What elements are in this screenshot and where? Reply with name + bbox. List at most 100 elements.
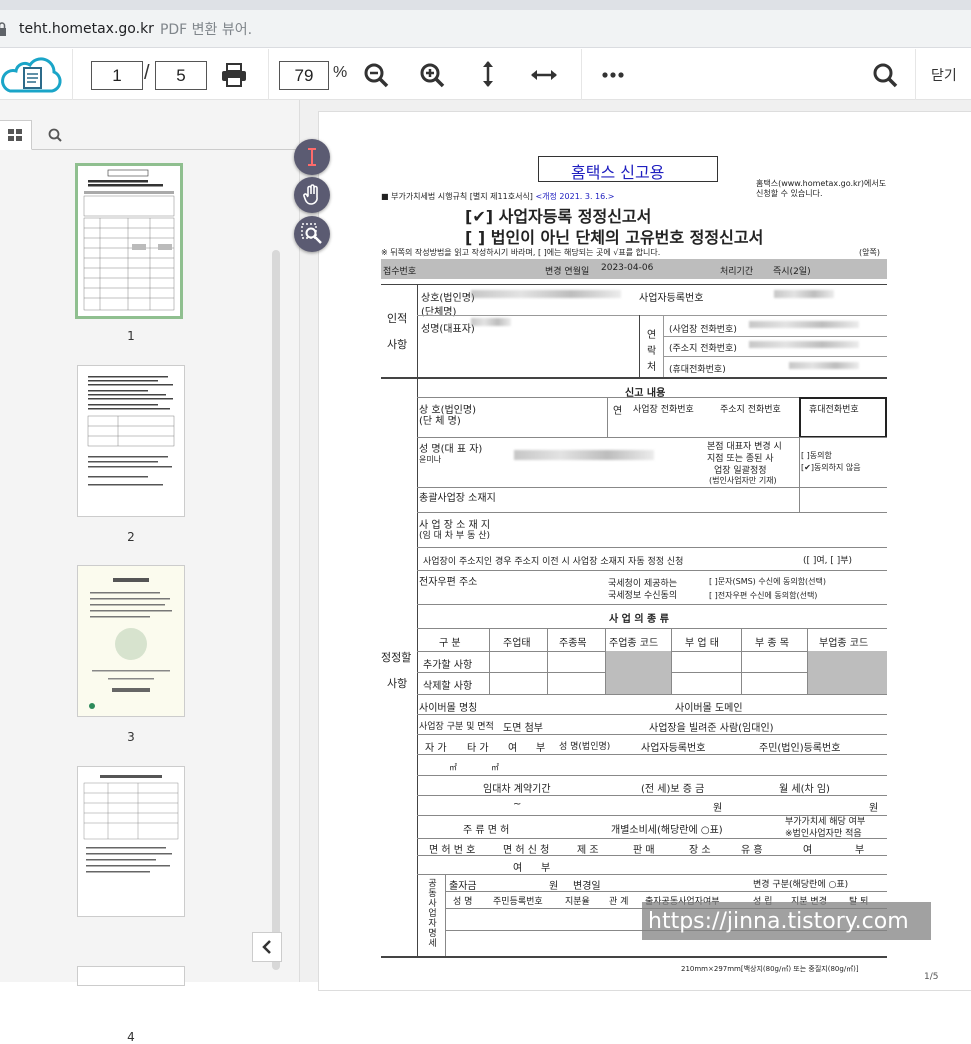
change-day-label: 변경일 — [573, 881, 601, 892]
r-lease-label: (임 대 차 부 동 산) — [419, 531, 491, 541]
rule — [417, 487, 887, 488]
home-phone-label: (주소지 전화번호) — [669, 344, 737, 354]
r-org-label: (단 체 명) — [419, 416, 461, 427]
email-consent[interactable]: [ ]전자우편 수신에 동의함(선택) — [709, 590, 817, 601]
rule — [607, 397, 608, 437]
thumbnail-label: 2 — [127, 530, 135, 544]
rule — [445, 874, 446, 956]
bt-col: 주업태 — [503, 638, 531, 649]
rule — [741, 628, 742, 694]
rule — [417, 547, 887, 548]
thumbnail-page-2[interactable] — [77, 365, 185, 517]
company-name-label: 상호(법인명) — [421, 293, 475, 304]
search-icon[interactable] — [871, 61, 899, 89]
thumbnail-page-3[interactable] — [77, 565, 185, 717]
auto-correct-yn[interactable]: ([ ]여, [ ]부) — [803, 553, 852, 566]
thumbnail-page-5[interactable] — [77, 966, 185, 986]
grid-icon — [8, 129, 22, 141]
sidebar-scrollbar[interactable] — [272, 250, 280, 970]
tab-thumbnails[interactable] — [0, 120, 32, 150]
hand-tool[interactable] — [294, 177, 330, 213]
liquor-label: 주 류 면 허 — [463, 825, 510, 836]
zoom-in-icon[interactable] — [418, 61, 446, 89]
rule — [663, 356, 887, 357]
thumbnail-image — [83, 775, 179, 873]
zoom-out-icon[interactable] — [362, 61, 390, 89]
drawing-label: 도면 첨부 — [503, 723, 543, 734]
section-label: 인적 — [387, 312, 408, 325]
receipt-no-label: 접수번호 — [383, 267, 417, 277]
thumbnail-label: 3 — [127, 730, 135, 744]
sms-consent[interactable]: [ ]문자(SMS) 수신에 동의함(선택) — [709, 576, 826, 587]
change-date: 2023-04-06 — [601, 263, 654, 273]
bt-col: 주업종 코드 — [609, 638, 659, 649]
thumbnail-page-1[interactable] — [75, 163, 183, 319]
monthly-rent-label: 월 세(차 임) — [779, 784, 830, 795]
rule — [417, 838, 887, 839]
lessor-biz-label: 사업자등록번호 — [641, 743, 706, 754]
agree-option[interactable]: [ ]동의함 — [801, 450, 832, 461]
nts-consent-label: 국세정보 수신동의 — [608, 591, 678, 601]
rule — [417, 714, 887, 715]
contact-label: 처 — [647, 362, 657, 373]
search-icon — [48, 128, 62, 142]
lessor-label: 사업장을 빌려준 사람(임대인) — [649, 723, 774, 734]
print-icon[interactable] — [218, 61, 250, 89]
tab-search[interactable] — [38, 120, 72, 150]
branch-note: (법인사업자만 기재) — [709, 476, 777, 485]
disagree-option[interactable]: [✔]동의하지 않음 — [801, 462, 861, 473]
bt-del-label: 삭제할 사항 — [423, 681, 473, 692]
form-notice: ※ 뒤쪽의 작성방법을 읽고 작성하시기 바라며, [ ]에는 해당되는 곳에 … — [381, 248, 661, 257]
document-viewer[interactable]: 홈택스 신고용 홈택스(www.hometax.go.kr)에서도 신청할 수 … — [300, 100, 971, 991]
rule — [417, 694, 887, 695]
viewer-toolbar: 1 / 5 79 % 닫기 — [0, 49, 971, 100]
rule — [417, 734, 887, 735]
zoom-input[interactable]: 79 — [279, 61, 329, 90]
area-label: 사업장 구분 및 면적 — [419, 722, 494, 732]
biz-type-title: 사 업 의 종 류 — [609, 614, 669, 625]
mobile-phone-label: (휴대전화번호) — [669, 365, 726, 375]
text-select-tool[interactable] — [294, 139, 330, 175]
fit-width-icon[interactable] — [528, 61, 560, 89]
close-button[interactable]: 닫기 — [931, 65, 957, 85]
fit-height-icon[interactable] — [474, 59, 502, 89]
sale-label: 판 매 — [633, 845, 655, 856]
rule — [663, 336, 887, 337]
divider — [268, 49, 269, 100]
place-label: 장 소 — [689, 845, 711, 856]
zoom-area-icon — [301, 223, 322, 244]
thumbnail-sidebar: 1 2 3 4 — [0, 100, 300, 1044]
redacted — [471, 290, 621, 298]
address-bar[interactable]: teht.hometax.go.kr PDF 변환 뷰어. — [0, 10, 971, 48]
rule — [417, 570, 887, 571]
rule — [663, 315, 664, 377]
no-label: 부 — [536, 743, 546, 754]
browser-title-bar — [0, 0, 971, 10]
r-rep-name: 윤미나 — [419, 455, 442, 464]
rule — [799, 437, 800, 512]
hometax-note: 신청할 수 있습니다. — [756, 189, 823, 198]
page-separator: / — [144, 62, 150, 84]
url-domain: teht.hometax.go.kr — [19, 20, 154, 37]
current-page-input[interactable]: 1 — [91, 61, 143, 90]
zoom-unit: % — [333, 64, 348, 81]
lock-icon — [0, 21, 6, 36]
r-rep-label: 성 명(대 표 자) — [419, 444, 483, 455]
section-label: 사항 — [387, 677, 408, 690]
collapse-sidebar-button[interactable] — [252, 932, 282, 962]
deposit-label: (전 세)보 증 금 — [641, 784, 705, 795]
bt-col: 부 업 태 — [685, 638, 719, 649]
invest-label: 출자금 — [449, 881, 477, 892]
sqm-unit: ㎡ — [491, 763, 499, 772]
r-home-phone-label: 주소지 전화번호 — [720, 405, 781, 415]
section-label: 사항 — [387, 338, 408, 351]
thumbnail-page-4[interactable] — [77, 766, 185, 917]
thumbnail-image — [83, 169, 175, 311]
more-options-icon[interactable] — [598, 61, 628, 89]
rule — [381, 284, 887, 285]
zoom-select-tool[interactable] — [294, 216, 330, 252]
section-label: 정정할 — [381, 651, 412, 664]
side-label: (앞쪽) — [859, 248, 880, 257]
won-unit: 원 — [713, 803, 723, 814]
no-label: 부 — [541, 863, 551, 874]
